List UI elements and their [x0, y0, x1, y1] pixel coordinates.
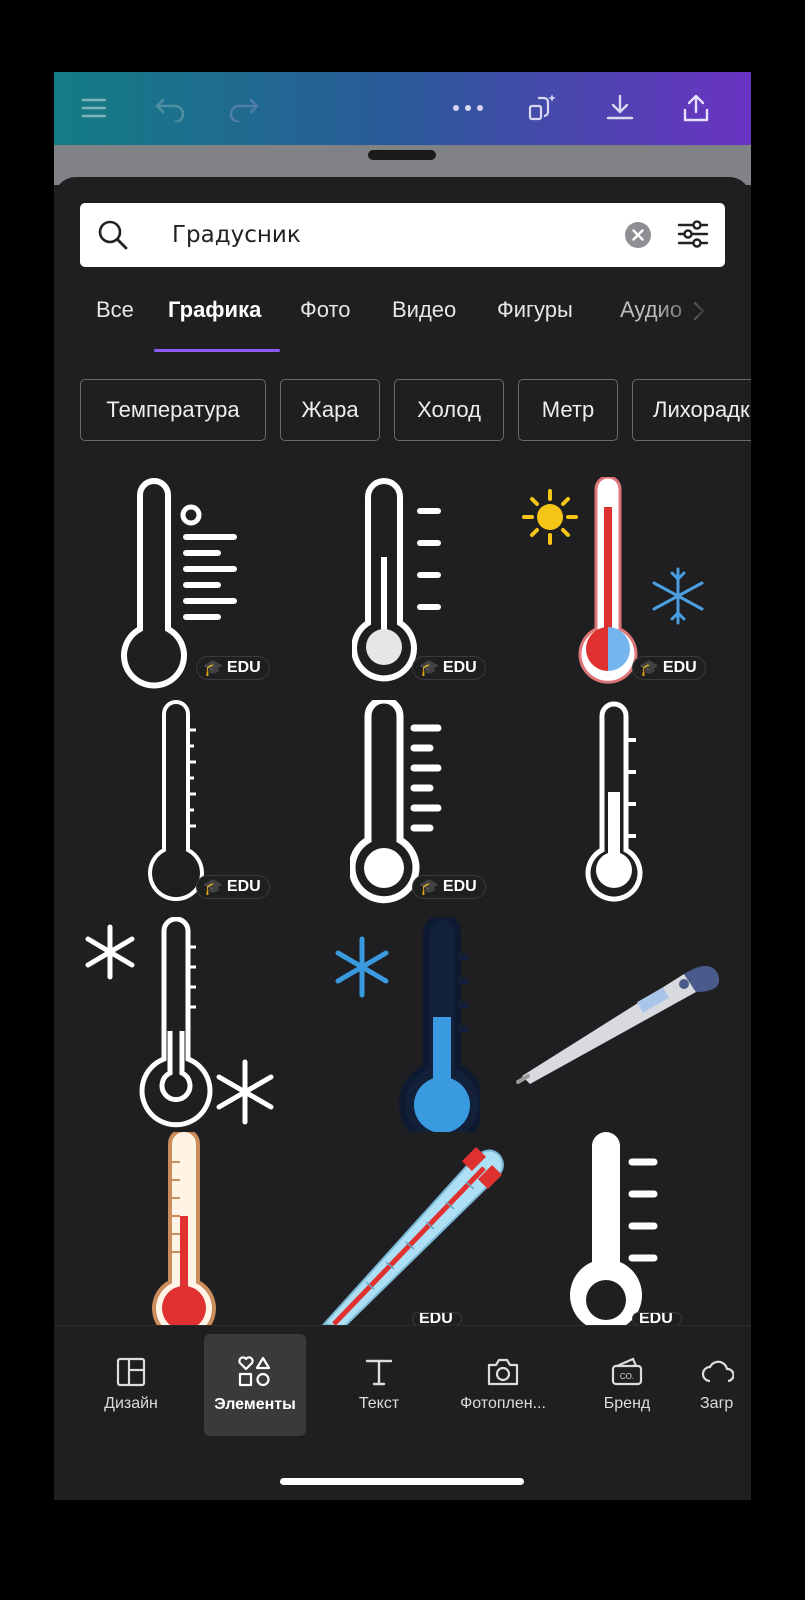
nav-uploads[interactable]: Загр: [700, 1334, 751, 1436]
search-icon: [96, 218, 130, 256]
red-thermometer-graphic[interactable]: [150, 1132, 220, 1327]
nav-uploads-label: Загр: [700, 1395, 734, 1412]
chip-meter[interactable]: Метр: [518, 379, 618, 441]
search-input[interactable]: Градусник: [172, 222, 301, 248]
share-icon[interactable]: [676, 88, 716, 128]
camera-icon: [487, 1358, 519, 1386]
edu-badge: 🎓 EDU: [196, 875, 270, 899]
sheet-drag-handle[interactable]: [368, 150, 436, 160]
filter-sliders-icon[interactable]: [676, 217, 710, 255]
home-indicator: [280, 1478, 524, 1485]
chip-cold[interactable]: Холод: [394, 379, 504, 441]
text-t-icon: [365, 1359, 393, 1386]
chip-temperature[interactable]: Температура: [80, 379, 266, 441]
digital-thermometer-graphic[interactable]: [514, 952, 734, 1122]
nav-brand[interactable]: CO. Бренд: [576, 1334, 678, 1436]
brand-kit-icon: CO.: [611, 1357, 643, 1386]
edu-badge-label: EDU: [442, 659, 477, 676]
cloud-upload-icon: [701, 1360, 734, 1383]
menu-icon[interactable]: [74, 88, 114, 128]
tab-shapes[interactable]: Фигуры: [497, 297, 573, 323]
magic-resize-icon[interactable]: [522, 88, 562, 128]
nav-camera-roll[interactable]: Фотоплен...: [452, 1334, 554, 1436]
graduation-cap-icon: 🎓: [639, 660, 659, 677]
nav-text-label: Текст: [358, 1395, 400, 1412]
thermometer-graphic[interactable]: [564, 1132, 684, 1327]
svg-text:CO.: CO.: [620, 1372, 634, 1381]
chip-heat[interactable]: Жара: [280, 379, 380, 441]
edu-badge: 🎓 EDU: [196, 656, 270, 680]
graduation-cap-icon: 🎓: [203, 660, 223, 677]
nav-camera-roll-label: Фотоплен...: [460, 1395, 546, 1412]
edu-badge: 🎓 EDU: [632, 656, 706, 680]
tab-graphics[interactable]: Графика: [168, 297, 261, 323]
bottom-navigation: Дизайн Элементы Текст Фотоплен... CO. Бр…: [54, 1325, 751, 1500]
category-tabs: Все Графика Фото Видео Фигуры Аудио: [54, 292, 751, 352]
clear-search-icon[interactable]: [624, 221, 652, 253]
cold-thermometer-graphic[interactable]: [80, 917, 290, 1132]
nav-text[interactable]: Текст: [328, 1334, 430, 1436]
edu-badge: EDU: [412, 1312, 462, 1326]
edu-badge: 🎓 EDU: [412, 875, 486, 899]
edu-badge-label: EDU: [419, 1312, 453, 1326]
shapes-icon: [238, 1356, 271, 1387]
layout-icon: [116, 1357, 146, 1387]
undo-icon[interactable]: [150, 88, 190, 128]
more-options-icon[interactable]: [448, 88, 488, 128]
edu-badge-label: EDU: [442, 878, 477, 895]
glass-thermometer-graphic[interactable]: [304, 1132, 514, 1327]
edu-badge: 🎓 EDU: [412, 656, 486, 680]
search-bar[interactable]: Градусник: [80, 203, 725, 267]
download-icon[interactable]: [600, 88, 640, 128]
edu-badge: EDU: [632, 1312, 682, 1326]
tab-videos[interactable]: Видео: [392, 297, 456, 323]
nav-design[interactable]: Дизайн: [80, 1334, 182, 1436]
tab-photos[interactable]: Фото: [300, 297, 351, 323]
edu-badge-label: EDU: [226, 878, 261, 895]
edu-badge-label: EDU: [662, 659, 697, 676]
app-screen: Градусник Все Графика Фото Видео Фигуры …: [54, 72, 751, 1500]
active-tab-indicator: [154, 349, 280, 352]
redo-icon[interactable]: [224, 88, 264, 128]
graduation-cap-icon: 🎓: [419, 879, 439, 896]
graduation-cap-icon: 🎓: [203, 879, 223, 896]
nav-design-label: Дизайн: [104, 1395, 158, 1412]
editor-toolbar: [54, 72, 751, 145]
thermometer-graphic[interactable]: [584, 700, 664, 910]
chip-fever[interactable]: Лихорадк: [632, 379, 751, 441]
edu-badge-label: EDU: [226, 659, 261, 676]
tabs-fade: [654, 292, 704, 332]
tab-all[interactable]: Все: [96, 297, 134, 323]
graduation-cap-icon: 🎓: [419, 660, 439, 677]
edu-badge-label: EDU: [639, 1312, 673, 1326]
nav-brand-label: Бренд: [603, 1395, 651, 1412]
nav-elements[interactable]: Элементы: [204, 1334, 306, 1436]
blue-thermometer-graphic[interactable]: [330, 917, 480, 1132]
nav-elements-label: Элементы: [214, 1396, 296, 1413]
